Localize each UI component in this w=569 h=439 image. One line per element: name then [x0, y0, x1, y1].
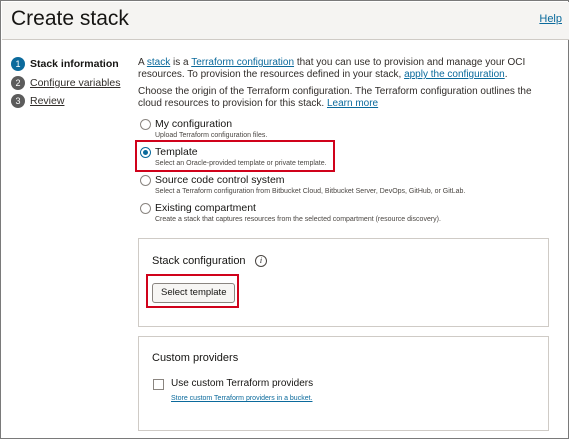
custom-providers-checkbox[interactable]	[153, 379, 164, 390]
title-bar: Create stack Help	[2, 2, 569, 40]
option-description: Upload Terraform configuration files.	[155, 132, 268, 139]
step-number: 1	[11, 57, 25, 71]
existing-compartment-radio[interactable]	[140, 203, 151, 214]
stack-configuration-title: Stack configuration	[152, 255, 246, 267]
intro-end: .	[504, 69, 508, 80]
intro-is-a: is a	[173, 57, 189, 68]
custom-providers-title: Custom providers	[152, 352, 239, 364]
intro-a: A	[138, 57, 145, 68]
stack-link[interactable]: stack	[147, 57, 170, 68]
custom-providers-label: Use custom Terraform providers	[171, 378, 314, 389]
template-highlight-box	[135, 140, 335, 172]
custom-providers-panel: Custom providers Use custom Terraform pr…	[138, 336, 549, 431]
my-configuration-radio[interactable]	[140, 119, 151, 130]
info-icon[interactable]: i	[255, 255, 267, 267]
intro-text: A stack is a Terraform configuration tha…	[138, 57, 548, 81]
option-label: Source code control system	[155, 174, 285, 186]
option-description: Select a Terraform configuration from Bi…	[155, 188, 466, 195]
select-template-highlight-box	[146, 274, 239, 308]
origin-text: Choose the origin of the Terraform confi…	[138, 86, 548, 110]
option-label: Existing compartment	[155, 202, 256, 214]
store-providers-link[interactable]: Store custom Terraform providers in a bu…	[171, 395, 312, 402]
create-stack-window: Create stack Help 1 Stack information 2 …	[0, 0, 569, 439]
step-label: Configure variables	[30, 77, 121, 89]
step-number: 3	[11, 94, 25, 108]
help-link[interactable]: Help	[539, 13, 562, 25]
page-title: Create stack	[11, 7, 129, 30]
step-number: 2	[11, 76, 25, 90]
option-description: Create a stack that captures resources f…	[155, 216, 441, 223]
learn-more-link[interactable]: Learn more	[327, 98, 378, 109]
option-label: My configuration	[155, 118, 233, 130]
step-label: Stack information	[30, 58, 119, 70]
apply-configuration-link[interactable]: apply the configuration	[404, 69, 505, 80]
step-label: Review	[30, 95, 65, 107]
terraform-configuration-link[interactable]: Terraform configuration	[191, 57, 294, 68]
source-code-control-radio[interactable]	[140, 175, 151, 186]
